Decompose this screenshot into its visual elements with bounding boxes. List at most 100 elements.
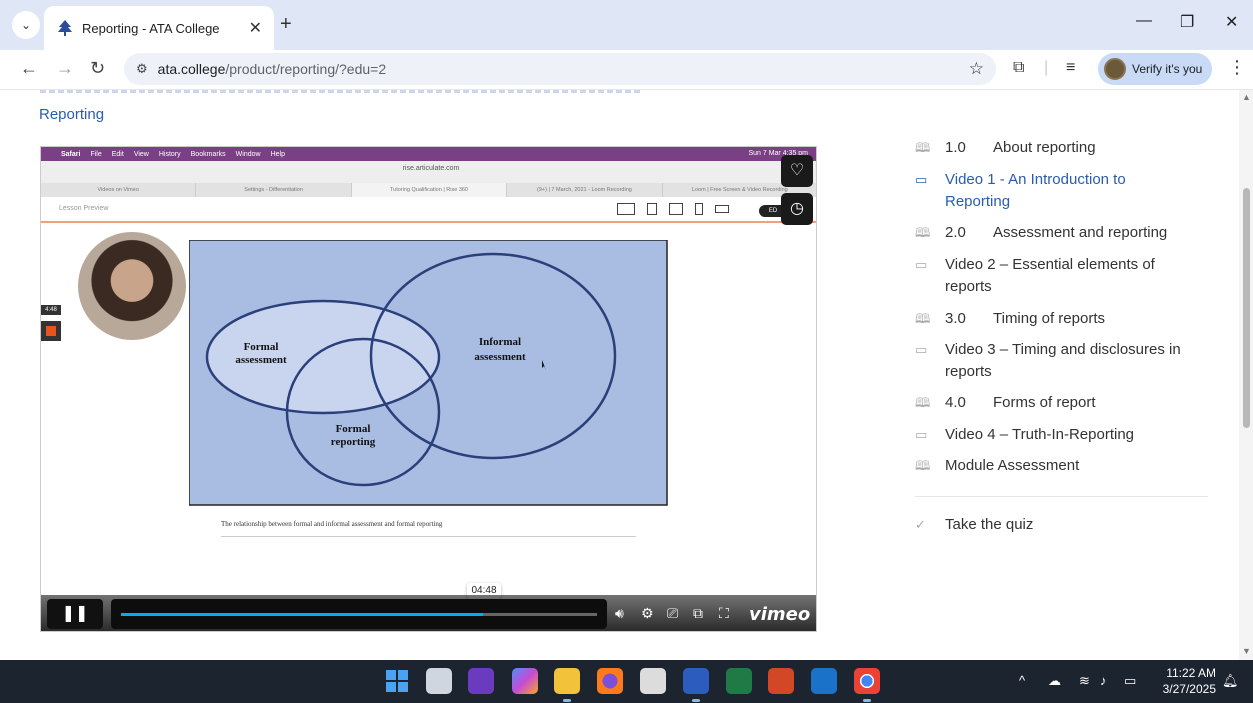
mac-menu-item: Window <box>235 150 261 158</box>
outlook-icon[interactable] <box>811 668 837 694</box>
volume-icon[interactable]: 🔊︎ <box>615 605 624 622</box>
fullscreen-icon[interactable]: ⛶ <box>719 605 729 622</box>
outline-item-2-0[interactable]: 🕮︎ 2.0 Assessment and reporting <box>915 222 1167 244</box>
window-close-icon[interactable]: ✕ <box>1225 12 1238 32</box>
tab-title: Reporting - ATA College <box>82 20 220 36</box>
formal-assessment-label-1: Formal <box>244 341 279 353</box>
powerpoint-icon[interactable] <box>768 668 794 694</box>
outline-label: Module Assessment <box>945 457 1080 474</box>
page-content: Reporting Safari File Edit View History … <box>0 90 1253 660</box>
taskbar-clock[interactable]: 11:22 AM 3/27/2025 <box>1156 665 1216 697</box>
tab-close-icon[interactable]: ✕ <box>249 18 262 38</box>
forward-icon[interactable]: → <box>56 58 74 79</box>
scroll-up-icon[interactable]: ▲ <box>1242 92 1251 102</box>
reload-icon[interactable]: ↻ <box>90 58 105 79</box>
outline-item-video-2[interactable]: ▭ Video 2 – Essential elements of report… <box>915 254 1205 298</box>
wifi-icon[interactable]: ≋ <box>1079 673 1090 689</box>
browser-menu-icon[interactable]: ⋮ <box>1228 57 1246 78</box>
outline-item-module-assessment[interactable]: 🕮︎ Module Assessment <box>915 455 1079 477</box>
snagit-icon[interactable] <box>468 668 494 694</box>
outline-item-3-0[interactable]: 🕮︎ 3.0 Timing of reports <box>915 308 1105 330</box>
mac-menu-item: Help <box>270 150 285 158</box>
scroll-down-icon[interactable]: ▼ <box>1242 646 1251 656</box>
mac-menu-item: Edit <box>111 150 124 158</box>
reading-list-icon[interactable]: ≡ <box>1066 59 1075 77</box>
outline-item-video-4[interactable]: ▭ Video 4 – Truth-In-Reporting <box>915 424 1134 446</box>
site-info-icon[interactable]: ⚙ <box>136 61 148 77</box>
progress-track[interactable] <box>121 613 597 616</box>
diagram-caption: The relationship between formal and info… <box>221 520 443 528</box>
settings-gear-icon[interactable]: ⚙ <box>641 605 654 622</box>
url-path: /product/reporting/?edu=2 <box>225 61 387 77</box>
profile-verify-button[interactable]: Verify it's you <box>1098 53 1212 85</box>
like-heart-icon[interactable]: ♡ <box>781 155 813 187</box>
recording-time: 4:48 <box>41 305 61 315</box>
mac-menu-item: Bookmarks <box>190 150 226 158</box>
extensions-icon[interactable]: ⧉ <box>1013 59 1024 77</box>
outline-label: Video 1 - An Introduction to Reporting <box>945 171 1126 210</box>
excel-icon[interactable] <box>726 668 752 694</box>
outline-item-1-0[interactable]: 🕮︎ 1.0 About reporting <box>915 137 1096 159</box>
copilot-icon[interactable] <box>512 668 538 694</box>
address-bar[interactable]: ⚙ ata.college/product/reporting/?edu=2 ☆ <box>124 53 996 85</box>
new-tab-button[interactable]: + <box>280 13 292 36</box>
url-text: ata.college/product/reporting/?edu=2 <box>158 61 386 77</box>
watch-later-clock-icon[interactable]: ◷ <box>781 193 813 225</box>
ata-college-favicon-icon <box>58 20 72 36</box>
video-player[interactable]: Safari File Edit View History Bookmarks … <box>40 146 817 632</box>
phone-landscape-icon <box>715 205 729 213</box>
video-icon: ▭ <box>915 172 928 187</box>
vimeo-logo[interactable]: vimeo <box>749 604 810 625</box>
firefox-icon[interactable] <box>597 668 623 694</box>
outline-item-quiz[interactable]: ✓ Take the quiz <box>915 514 1033 536</box>
progress-bar[interactable] <box>111 599 607 629</box>
caption-divider <box>221 536 636 537</box>
outline-label: Take the quiz <box>945 516 1034 533</box>
formal-reporting-label-1: Formal <box>336 423 371 435</box>
mac-menu-item: History <box>158 150 181 158</box>
formal-assessment-label-2: assessment <box>235 354 287 366</box>
book-icon: 🕮︎ <box>915 225 931 240</box>
outline-item-4-0[interactable]: 🕮︎ 4.0 Forms of report <box>915 392 1096 414</box>
file-explorer-icon[interactable] <box>554 668 580 702</box>
pause-button[interactable]: ❚❚ <box>47 599 103 629</box>
browser-tab-active[interactable]: Reporting - ATA College ✕ <box>44 6 274 50</box>
restore-icon[interactable]: ❐ <box>1180 12 1194 32</box>
back-icon[interactable]: ← <box>20 58 38 79</box>
informal-assessment-label-2: assessment <box>474 351 526 363</box>
outline-num: 3.0 <box>945 310 966 327</box>
picture-in-picture-icon[interactable]: ⧉ <box>693 605 703 622</box>
onedrive-icon[interactable]: ☁ <box>1048 673 1061 689</box>
safari-toolbar: rise.articulate.com <box>41 161 816 183</box>
task-view-icon[interactable] <box>426 668 452 694</box>
bookmark-star-icon[interactable]: ☆ <box>969 59 984 79</box>
safari-tabs: Videos on Vimeo Settings - Differentiati… <box>41 183 816 197</box>
page-scrollbar[interactable]: ▲ ▼ <box>1239 90 1253 660</box>
scrollbar-thumb[interactable] <box>1243 188 1250 428</box>
outline-divider <box>915 496 1208 497</box>
safari-tab: Tutoring Qualification | Rise 360 <box>351 183 508 197</box>
windows-start-icon[interactable] <box>384 668 410 694</box>
mac-menu-item: Safari <box>61 150 81 158</box>
player-controls: ❚❚ 🔊︎ ⚙ ⎚ ⧉ ⛶ vimeo <box>41 595 816 631</box>
volume-tray-icon[interactable]: ♪ <box>1100 673 1107 688</box>
minimize-icon[interactable]: — <box>1136 12 1152 30</box>
outline-label: About reporting <box>993 139 1096 156</box>
outline-item-video-3[interactable]: ▭ Video 3 – Timing and disclosures in re… <box>915 339 1205 383</box>
presenter-webcam <box>78 232 186 340</box>
tray-overflow-chevron-icon[interactable]: ^ <box>1019 673 1025 688</box>
chrome-icon[interactable] <box>854 668 880 702</box>
cast-icon[interactable]: ⎚ <box>667 605 678 622</box>
word-icon[interactable] <box>683 668 709 702</box>
notification-bell-icon[interactable]: 🔔︎ <box>1222 673 1239 689</box>
outline-item-video-1[interactable]: ▭ Video 1 - An Introduction to Reporting <box>915 169 1185 213</box>
video-icon: ▭ <box>915 342 928 357</box>
battery-icon[interactable]: ▭ <box>1124 673 1136 689</box>
device-preview-icons <box>617 203 729 215</box>
calendar-icon[interactable] <box>640 668 666 694</box>
browser-toolbar: ← → ↻ ⚙ ata.college/product/reporting/?e… <box>0 50 1253 90</box>
tab-list-button[interactable]: ⌄ <box>12 11 40 39</box>
tablet-portrait-icon <box>647 203 657 215</box>
lesson-preview-label: Lesson Preview <box>59 205 109 212</box>
recording-stop-icon <box>41 321 61 341</box>
